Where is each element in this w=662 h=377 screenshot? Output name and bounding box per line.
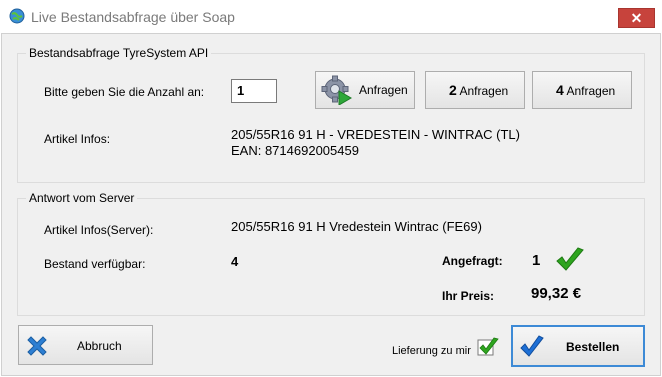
gear-play-icon bbox=[321, 75, 352, 105]
article-info-line1: 205/55R16 91 H - VREDESTEIN - WINTRAC (T… bbox=[231, 127, 520, 142]
order-button-label: Bestellen bbox=[566, 340, 620, 354]
request-button[interactable]: Anfragen bbox=[315, 71, 415, 109]
quantity-input[interactable]: 1 bbox=[231, 79, 277, 103]
blue-check-icon bbox=[520, 335, 544, 357]
query-group: Bestandsabfrage TyreSystem API Bitte geb… bbox=[17, 46, 645, 183]
close-button[interactable]: ✕ bbox=[618, 8, 655, 28]
request-4-number: 4 bbox=[556, 82, 564, 98]
request-2-number: 2 bbox=[449, 82, 457, 98]
price-value: 99,32 € bbox=[531, 285, 582, 302]
server-article-label: Artikel Infos(Server): bbox=[44, 223, 154, 237]
delivery-checkbox[interactable] bbox=[477, 336, 499, 358]
title-bar: Live Bestandsabfrage über Soap ✕ bbox=[0, 0, 662, 33]
request-button-label: Anfragen bbox=[359, 83, 408, 97]
article-ean: EAN: 8714692005459 bbox=[231, 143, 359, 158]
requested-label: Angefragt: bbox=[442, 254, 503, 268]
delivery-label: Lieferung zu mir bbox=[392, 345, 471, 357]
green-check-icon bbox=[556, 247, 584, 271]
requested-value: 1 bbox=[532, 252, 541, 269]
query-group-legend: Bestandsabfrage TyreSystem API bbox=[26, 46, 212, 60]
article-info-label: Artikel Infos: bbox=[44, 132, 111, 146]
request-4-label: Anfragen bbox=[566, 84, 616, 98]
request-2-button[interactable]: 2 Anfragen bbox=[425, 71, 525, 109]
request-2-label: Anfragen bbox=[459, 84, 509, 98]
checkbox-check-icon bbox=[477, 337, 499, 356]
response-group: Antwort vom Server Artikel Infos(Server)… bbox=[17, 191, 645, 316]
quantity-label: Bitte geben Sie die Anzahl an: bbox=[44, 85, 205, 99]
response-group-legend: Antwort vom Server bbox=[26, 191, 138, 205]
dialog-body: Bestandsabfrage TyreSystem API Bitte geb… bbox=[1, 33, 661, 376]
stock-label: Bestand verfügbar: bbox=[44, 257, 146, 271]
server-article-value: 205/55R16 91 H Vredestein Wintrac (FE69) bbox=[231, 219, 482, 234]
cancel-button[interactable]: Abbruch bbox=[18, 325, 153, 365]
stock-value: 4 bbox=[231, 254, 239, 269]
globe-icon bbox=[9, 8, 25, 24]
window-title: Live Bestandsabfrage über Soap bbox=[31, 9, 235, 25]
price-label: Ihr Preis: bbox=[442, 289, 495, 303]
cross-icon bbox=[27, 336, 47, 356]
close-icon: ✕ bbox=[630, 10, 643, 26]
order-button[interactable]: Bestellen bbox=[511, 325, 645, 367]
cancel-button-label: Abbruch bbox=[77, 339, 122, 353]
request-4-button[interactable]: 4 Anfragen bbox=[532, 71, 632, 109]
